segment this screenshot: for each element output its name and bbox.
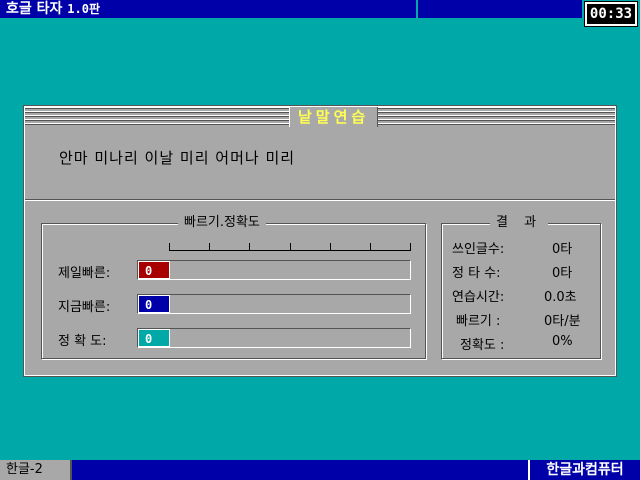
current-speed-label: 지금빠른:	[58, 300, 111, 315]
result-group-title: 결 과	[490, 214, 549, 232]
title-bar-extension	[418, 0, 582, 18]
app-title: 호글 타자	[6, 1, 63, 17]
typed-count-value: 0타	[552, 242, 573, 257]
app-version: 1.0판	[67, 2, 100, 16]
status-bar: 한글-2 한글과컴퓨터	[0, 460, 640, 480]
best-speed-value: 0	[138, 261, 170, 279]
current-speed-bar: 0	[137, 294, 411, 314]
panel-title: 낱말연습	[289, 107, 379, 127]
accuracy-result-label: 정확도 :	[460, 338, 505, 353]
scale-tick	[410, 243, 411, 251]
correct-count-label: 정 타 수:	[452, 266, 501, 281]
input-mode-indicator[interactable]: 한글-2	[0, 460, 72, 480]
result-group: 결 과 쓰인글수: 0타 정 타 수: 0타 연습시간: 0.0초 빠르기 : …	[441, 214, 601, 359]
speed-scale	[169, 243, 411, 251]
scale-tick	[330, 243, 331, 251]
practice-sentence: 안마 미나리 이날 미리 어머나 미리	[59, 149, 296, 167]
panel-divider	[25, 199, 615, 201]
scale-tick	[290, 243, 291, 251]
company-name: 한글과컴퓨터	[528, 460, 640, 480]
practice-panel: 낱말연습 안마 미나리 이날 미리 어머나 미리 빠르기.정확도 제일빠른: 0…	[23, 105, 617, 377]
accuracy-label: 정 확 도:	[58, 334, 107, 349]
practice-time-value: 0.0초	[544, 290, 577, 305]
speed-accuracy-group: 빠르기.정확도 제일빠른: 0 지금빠른: 0 정 확 도: 0	[41, 214, 426, 359]
accuracy-result-value: 0%	[552, 334, 573, 349]
scale-tick	[370, 243, 371, 251]
accuracy-bar: 0	[137, 328, 411, 348]
top-bar: 호글 타자 1.0판 00:33	[0, 0, 640, 27]
speed-group-title: 빠르기.정확도	[178, 214, 266, 232]
best-speed-label: 제일빠른:	[58, 266, 111, 281]
correct-count-value: 0타	[552, 266, 573, 281]
practice-time-label: 연습시간:	[452, 290, 505, 305]
typed-count-label: 쓰인글수:	[452, 242, 505, 257]
panel-header: 낱말연습	[25, 107, 615, 127]
speed-result-label: 빠르기 :	[456, 314, 501, 329]
best-speed-bar: 0	[137, 260, 411, 280]
title-bar: 호글 타자 1.0판	[0, 0, 416, 18]
scale-tick	[209, 243, 210, 251]
scale-tick	[169, 243, 170, 251]
speed-result-value: 0타/분	[544, 314, 581, 329]
accuracy-value: 0	[138, 329, 170, 347]
clock: 00:33	[584, 1, 638, 27]
scale-tick	[249, 243, 250, 251]
current-speed-value: 0	[138, 295, 170, 313]
